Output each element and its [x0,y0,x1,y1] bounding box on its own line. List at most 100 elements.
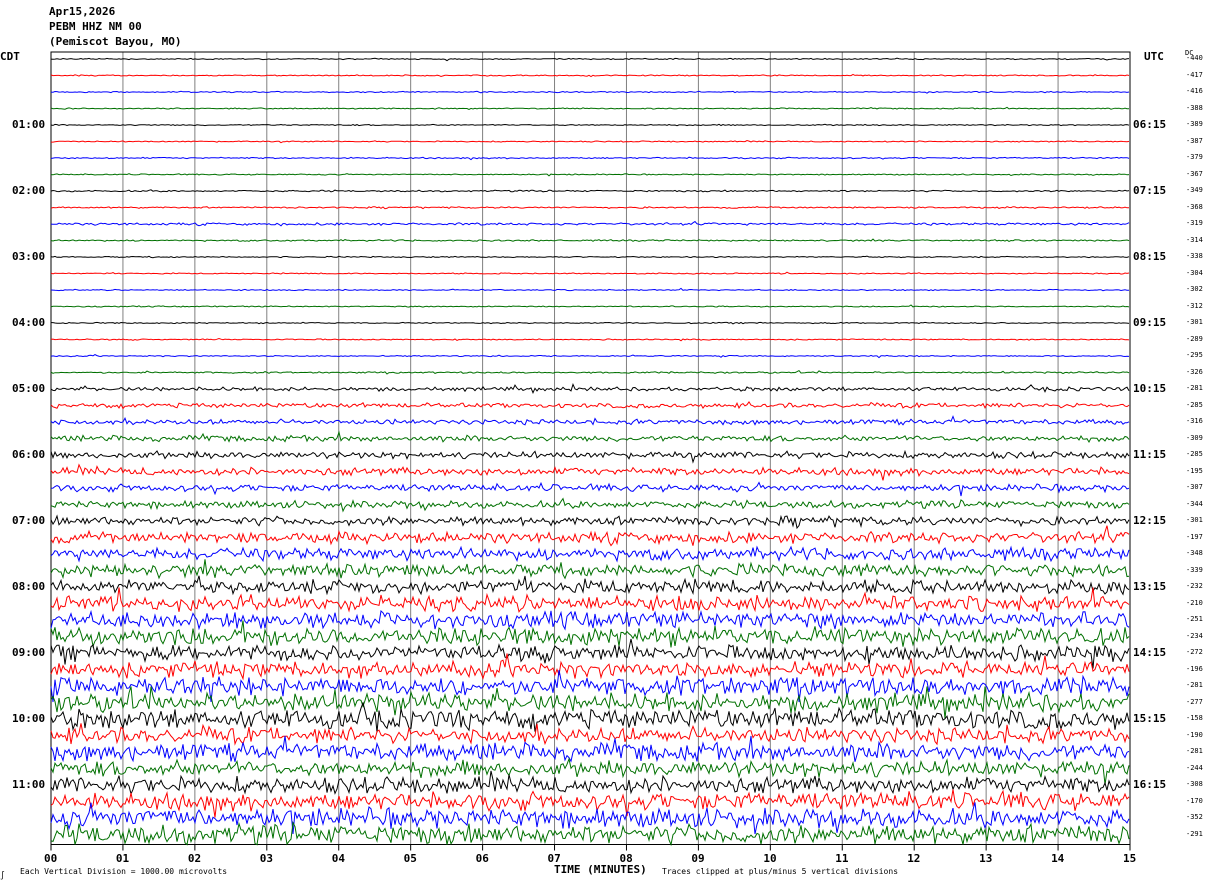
scale-note: Each Vertical Division = 1000.00 microvo… [20,867,228,876]
dc-offset-label: -387 [1186,136,1203,145]
trace-row-2 [50,90,1130,94]
trace-row-6 [50,156,1130,161]
trace-row-17 [50,337,1130,342]
x-tick-label: 00 [44,851,58,865]
left-time-label: 06:00 [12,448,46,461]
header-date: Apr15,2026 [49,5,116,18]
trace-row-19 [50,369,1130,375]
left-time-label: 04:00 [12,316,46,329]
trace-row-35 [50,620,1130,649]
helicorder-plot [50,51,1131,851]
left-time-label: 02:00 [12,184,46,197]
dc-offset-label: -289 [1186,334,1203,343]
trace-row-4 [50,123,1130,127]
dc-offset-label: -389 [1186,120,1203,128]
dc-offset-label: -352 [1186,813,1203,821]
dc-offset-label: -417 [1186,70,1203,79]
dc-offset-label: -309 [1186,433,1203,442]
trace-row-16 [51,321,1130,325]
left-time-label: 01:00 [12,118,46,131]
left-time-label: 03:00 [12,250,46,263]
trace-row-5 [51,139,1130,144]
dc-offset-label: -312 [1186,301,1203,310]
trace-row-21 [50,401,1130,410]
x-tick-label: 03 [259,851,274,865]
dc-offset-label: -307 [1186,483,1203,491]
dc-offset-label: -197 [1186,532,1203,541]
x-tick-label: 14 [1051,851,1065,865]
trace-row-47 [50,820,1130,847]
dc-offset-label: -158 [1186,714,1203,722]
right-time-label: 14:15 [1133,646,1167,659]
trace-row-0 [50,57,1130,62]
dc-offset-label: -316 [1186,417,1203,425]
dc-offset-label: -416 [1186,87,1203,95]
dc-offset-label: -339 [1186,565,1203,574]
trace-row-28 [50,514,1130,530]
trace-row-32 [50,575,1130,596]
dc-offset-label: -234 [1186,631,1203,640]
dc-offset-label: -301 [1186,516,1203,524]
x-tick-label: 01 [115,851,130,865]
trace-row-41 [50,723,1130,746]
right-time-label: 09:15 [1133,316,1167,329]
dc-offset-label: -251 [1186,615,1203,623]
dc-offset-label: -367 [1186,169,1203,178]
trace-row-22 [50,415,1130,426]
dc-offset-label: -314 [1186,235,1203,244]
left-time-label: 07:00 [12,514,46,527]
dc-offset-label: -244 [1186,763,1203,772]
dc-offset-label: -232 [1186,582,1203,590]
dc-offset-label: -379 [1186,153,1203,161]
trace-row-34 [50,609,1130,631]
dc-offset-label: -440 [1186,54,1203,62]
trace-row-46 [50,802,1130,835]
right-time-label: 12:15 [1133,514,1167,527]
trace-row-30 [50,545,1130,563]
trace-row-1 [50,73,1130,78]
right-time-label: 13:15 [1133,580,1167,593]
trace-row-18 [50,354,1130,359]
left-time-label: 05:00 [12,382,46,395]
dc-offset-label: -285 [1186,450,1203,458]
left-time-label: 09:00 [12,646,46,659]
dc-offset-label: -281 [1186,384,1203,392]
header-station: PEBM HHZ NM 00 [49,20,142,33]
dc-offset-label: -196 [1186,664,1203,673]
trace-row-44 [50,770,1130,796]
left-time-label: 11:00 [12,778,46,791]
dc-offset-label: -277 [1186,697,1203,706]
seismic-traces [50,57,1130,847]
dc-offset-label: -319 [1186,219,1203,227]
right-time-label: 16:15 [1133,778,1167,791]
right-time-label: 06:15 [1133,118,1167,131]
right-time-label: 15:15 [1133,712,1167,725]
dc-offset-label: -326 [1186,367,1203,376]
trace-row-25 [50,463,1130,481]
trace-row-7 [50,173,1130,177]
x-tick-label: 15 [1123,851,1137,865]
trace-row-10 [50,220,1130,227]
dc-offset-label: -368 [1186,202,1203,211]
trace-row-27 [50,497,1130,513]
plot-frame [50,51,1131,845]
trace-row-31 [50,559,1130,580]
left-time-label: 08:00 [12,580,46,593]
trace-row-13 [50,271,1130,275]
dc-offset-label: -388 [1186,103,1203,112]
trace-row-23 [50,430,1130,444]
trace-row-15 [50,304,1130,308]
right-time-label: 07:15 [1133,184,1167,197]
x-tick-label: 10 [763,851,777,865]
right-time-label: 11:15 [1133,448,1167,461]
x-axis-label: TIME (MINUTES) [554,863,647,876]
trace-row-9 [50,206,1129,210]
x-tick-label: 12 [907,851,921,865]
trace-row-24 [50,449,1130,464]
dc-offset-label: -344 [1186,499,1203,508]
x-tick-label: 13 [979,851,993,865]
x-tick-label: 05 [403,851,417,865]
dc-offset-label: -301 [1186,318,1203,326]
header-location: (Pemiscot Bayou, MO) [49,35,182,48]
dc-offset-label: -304 [1186,268,1203,277]
